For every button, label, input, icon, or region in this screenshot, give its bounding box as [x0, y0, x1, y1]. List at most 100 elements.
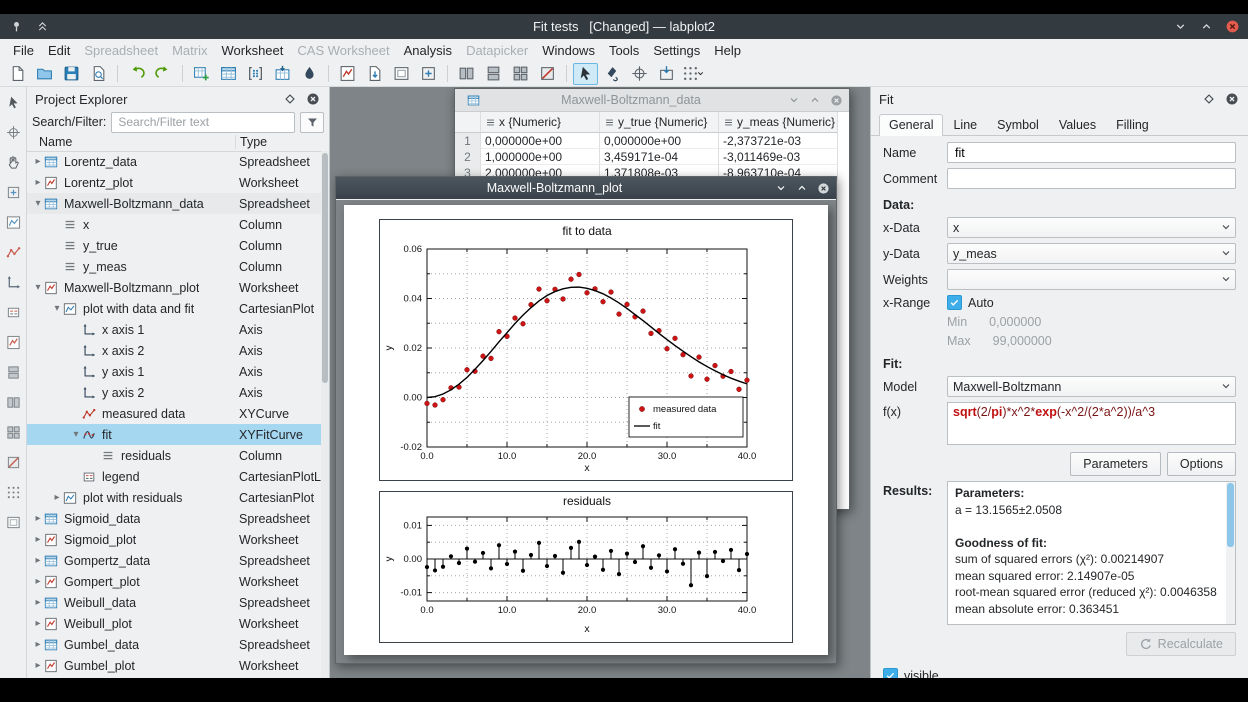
titlebar-menu-icon[interactable]: [1172, 19, 1188, 35]
tab-symbol[interactable]: Symbol: [987, 114, 1049, 136]
select-tool-button[interactable]: [3, 93, 23, 111]
column-header-x-numeric[interactable]: x {Numeric}: [481, 112, 600, 133]
expander-icon[interactable]: ▸: [32, 534, 44, 545]
tree-item-y-axis-1[interactable]: y axis 1Axis: [27, 361, 321, 382]
ydata-combobox[interactable]: y_meas: [947, 243, 1236, 264]
menu-worksheet[interactable]: Worksheet: [214, 41, 290, 60]
window-menu-icon[interactable]: [786, 92, 802, 108]
expander-icon[interactable]: ▸: [32, 177, 44, 188]
column-header-name[interactable]: Name: [27, 135, 236, 149]
tree-item-weibull-plot[interactable]: ▸Weibull_plotWorksheet: [27, 613, 321, 634]
menu-help[interactable]: Help: [707, 41, 748, 60]
open-project-button[interactable]: [32, 63, 57, 85]
auto-checkbox[interactable]: [947, 295, 962, 310]
snap-grid-tool-button[interactable]: [3, 483, 23, 501]
break-layout-tool-button[interactable]: [3, 453, 23, 471]
new-worksheet-tool-button[interactable]: [3, 333, 23, 351]
worksheet-window-titlebar[interactable]: Maxwell-Boltzmann_plot: [336, 177, 836, 199]
tree-item-lorentz-data[interactable]: ▸Lorentz_dataSpreadsheet: [27, 151, 321, 172]
menu-file[interactable]: File: [6, 41, 41, 60]
tree-item-lorentz-plot[interactable]: ▸Lorentz_plotWorksheet: [27, 172, 321, 193]
tree-item-y-true[interactable]: y_trueColumn: [27, 235, 321, 256]
vertical-layout-tool-button[interactable]: [3, 363, 23, 381]
menu-windows[interactable]: Windows: [535, 41, 602, 60]
options-button[interactable]: Options: [1167, 452, 1236, 476]
window-close-icon[interactable]: [828, 92, 844, 108]
residuals-plot-chart[interactable]: residuals0.010.020.030.040.0-0.010.000.0…: [379, 491, 793, 643]
xdata-combobox[interactable]: x: [947, 217, 1236, 238]
tab-line[interactable]: Line: [943, 114, 987, 136]
results-scrollbar[interactable]: [1226, 482, 1235, 624]
expander-icon[interactable]: ▸: [32, 597, 44, 608]
worksheet-window[interactable]: Maxwell-Boltzmann_plot fit to data0.010.…: [335, 176, 837, 664]
menu-edit[interactable]: Edit: [41, 41, 77, 60]
horizontal-layout-tool-button[interactable]: [3, 393, 23, 411]
expander-icon[interactable]: ▸: [32, 555, 44, 566]
new-workbook-button[interactable]: [189, 63, 214, 85]
column-header-y-true-numeric[interactable]: y_true {Numeric}: [600, 112, 719, 133]
tab-general[interactable]: General: [879, 114, 943, 136]
crosshair-tool-button[interactable]: [3, 123, 23, 141]
zoom-fit-tool-button[interactable]: [3, 183, 23, 201]
expander-icon[interactable]: ▾: [70, 429, 82, 440]
visible-checkbox[interactable]: [883, 668, 898, 678]
expander-icon[interactable]: ▾: [32, 198, 44, 209]
scrollbar-handle[interactable]: [1227, 483, 1234, 547]
expander-icon[interactable]: ▸: [32, 156, 44, 167]
spreadsheet-window-titlebar[interactable]: Maxwell-Boltzmann_data: [455, 89, 849, 112]
undo-button[interactable]: [124, 63, 149, 85]
float-dock-icon[interactable]: [281, 91, 298, 108]
select-region-button[interactable]: [416, 63, 441, 85]
cell[interactable]: 0,000000e+00: [481, 133, 600, 149]
expander-icon[interactable]: ▸: [32, 639, 44, 650]
parameters-button[interactable]: Parameters: [1070, 452, 1161, 476]
grid-layout-button[interactable]: [508, 63, 533, 85]
break-layout-button[interactable]: [535, 63, 560, 85]
search-input[interactable]: [116, 114, 290, 130]
tree-item-measured-data[interactable]: measured dataXYCurve: [27, 403, 321, 424]
cell[interactable]: -3,011469e-03: [719, 149, 838, 165]
navigate-button[interactable]: [600, 63, 625, 85]
tree-item-maxwell-boltzmann-data[interactable]: ▾Maxwell-Boltzmann_dataSpreadsheet: [27, 193, 321, 214]
column-header-y-meas-numeric[interactable]: y_meas {Numeric}: [719, 112, 838, 133]
tree-item-sigmoid-data[interactable]: ▸Sigmoid_dataSpreadsheet: [27, 508, 321, 529]
worksheet-page[interactable]: fit to data0.010.020.030.040.0-0.020.000…: [344, 205, 828, 655]
window-menu-icon[interactable]: [773, 180, 789, 196]
float-dock-icon[interactable]: [1200, 91, 1217, 108]
tree-item-gumbel-plot[interactable]: ▸Gumbel_plotWorksheet: [27, 655, 321, 676]
tab-filling[interactable]: Filling: [1106, 114, 1159, 136]
menu-analysis[interactable]: Analysis: [397, 41, 459, 60]
titlebar-restore-icon[interactable]: [1198, 19, 1214, 35]
tab-values[interactable]: Values: [1049, 114, 1106, 136]
expander-icon[interactable]: ▾: [51, 303, 63, 314]
results-box[interactable]: Parameters:a = 13.1565±2.0508 Goodness o…: [947, 481, 1236, 625]
window-restore-icon[interactable]: [807, 92, 823, 108]
close-dock-icon[interactable]: [1223, 91, 1240, 108]
tree-item-plot-with-residuals[interactable]: ▸plot with residualsCartesianPlot: [27, 487, 321, 508]
menu-tools[interactable]: Tools: [602, 41, 646, 60]
close-icon[interactable]: [1224, 19, 1240, 35]
tree-item-sigmoid-plot[interactable]: ▸Sigmoid_plotWorksheet: [27, 529, 321, 550]
cell[interactable]: 3,459171e-04: [600, 149, 719, 165]
tree-item-x-axis-2[interactable]: x axis 2Axis: [27, 340, 321, 361]
shade-icon[interactable]: [34, 19, 50, 35]
split-vertical-button[interactable]: [481, 63, 506, 85]
comment-input[interactable]: [953, 171, 1230, 187]
window-close-icon[interactable]: [815, 180, 831, 196]
new-matrix-button[interactable]: [243, 63, 268, 85]
tree-item-plot-with-data-and-fit[interactable]: ▾plot with data and fitCartesianPlot: [27, 298, 321, 319]
name-input[interactable]: [953, 145, 1230, 161]
fit-plot-chart[interactable]: fit to data0.010.020.030.040.0-0.020.000…: [379, 219, 793, 481]
weights-combobox[interactable]: [947, 269, 1236, 290]
new-project-button[interactable]: [5, 63, 30, 85]
recalculate-button[interactable]: Recalculate: [1126, 632, 1236, 656]
add-plot-tool-button[interactable]: [3, 213, 23, 231]
cell[interactable]: 0,000000e+00: [600, 133, 719, 149]
import-data-button[interactable]: [270, 63, 295, 85]
cell[interactable]: -2,373721e-03: [719, 133, 838, 149]
window-restore-icon[interactable]: [794, 180, 810, 196]
tree-item-residuals[interactable]: residualsColumn: [27, 445, 321, 466]
color-maps-button[interactable]: [297, 63, 322, 85]
save-project-button[interactable]: [59, 63, 84, 85]
pan-tool-button[interactable]: [3, 153, 23, 171]
